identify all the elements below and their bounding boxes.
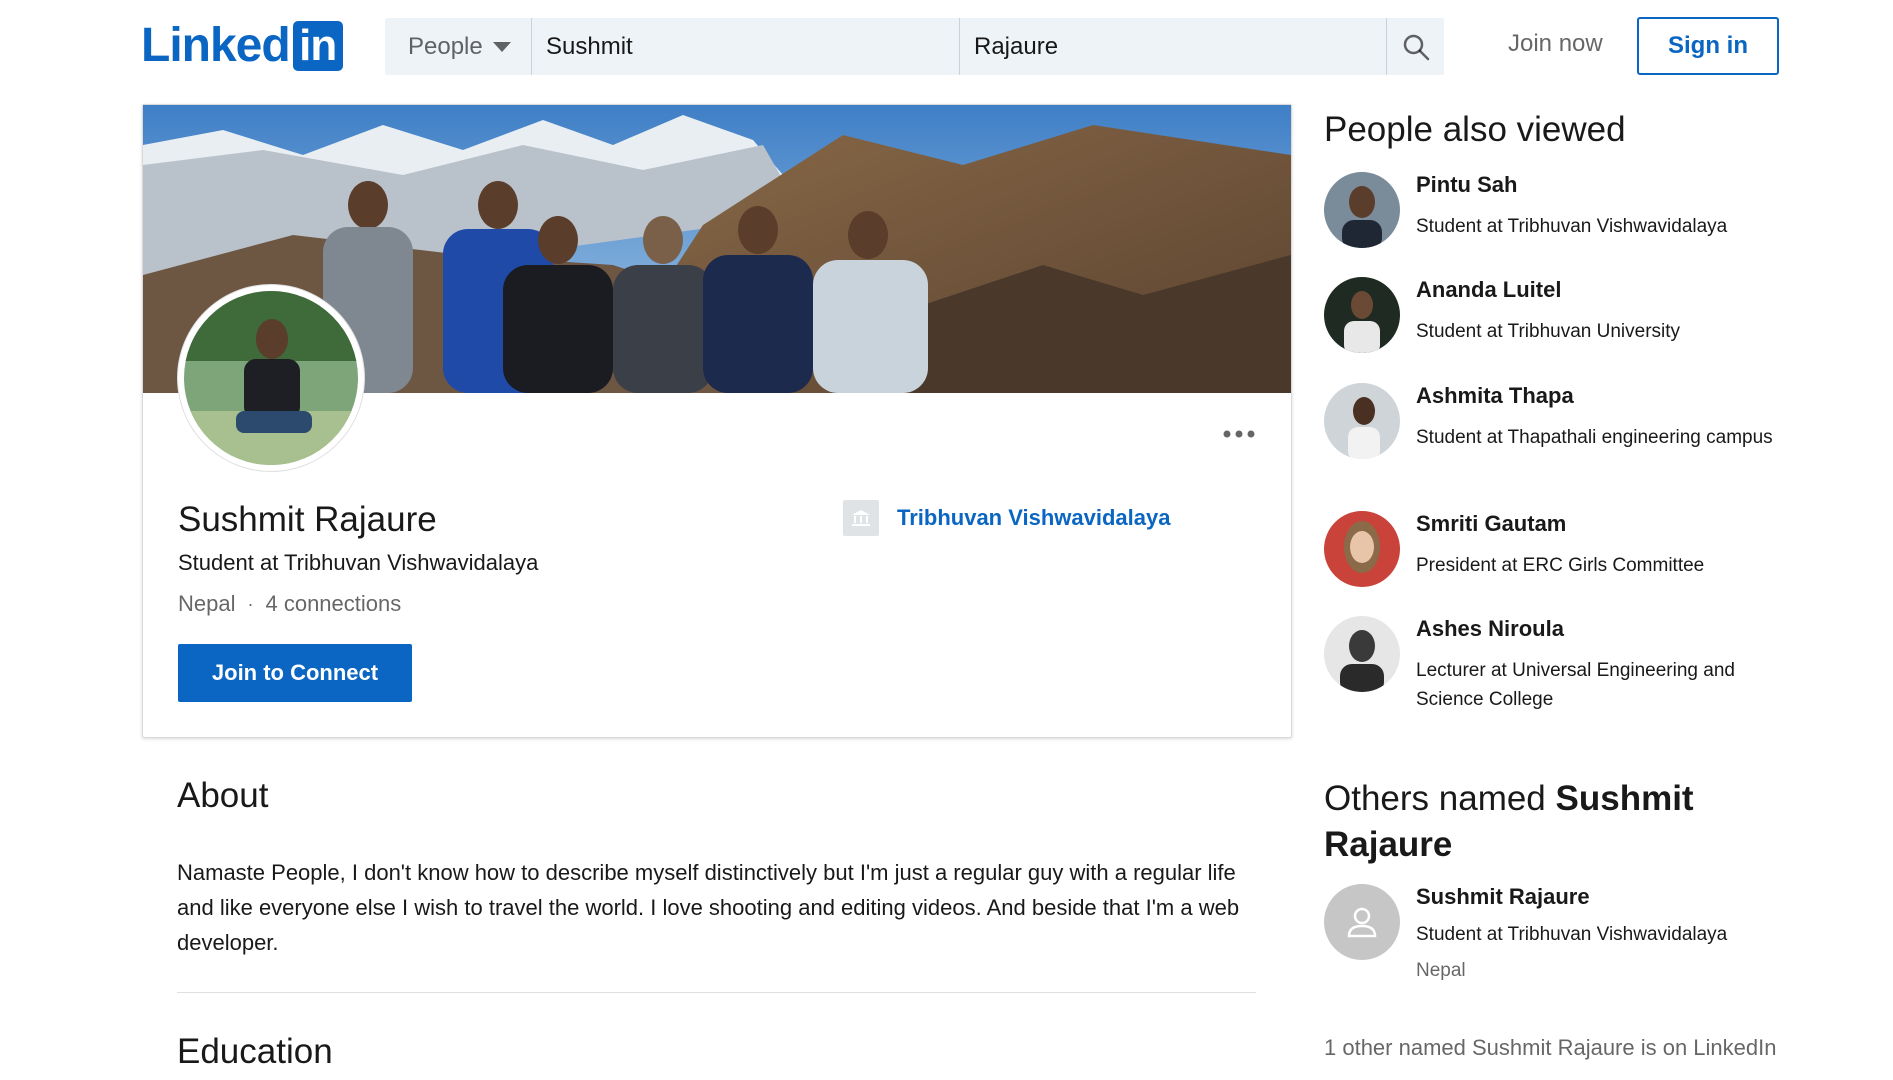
- person-name: Ashes Niroula: [1416, 616, 1564, 641]
- person-avatar: [1324, 511, 1400, 587]
- top-nav: Linked in People Join now Sign in: [0, 0, 1893, 96]
- person-headline: Student at Tribhuvan University: [1416, 321, 1681, 342]
- profile-location-line: Nepal · 4 connections: [178, 591, 401, 617]
- person-headline: Student at Tribhuvan Vishwavidalaya: [1416, 216, 1728, 237]
- search-icon: [1403, 34, 1429, 60]
- caret-down-icon: [492, 41, 511, 52]
- person-headline: President at ERC Girls Committee: [1416, 555, 1705, 576]
- people-also-viewed-heading: People also viewed: [1324, 110, 1626, 149]
- person-headline: Student at Thapathali engineering campus: [1416, 427, 1773, 448]
- education-heading: Education: [177, 1032, 333, 1071]
- person-icon: [1347, 907, 1377, 938]
- more-options-button[interactable]: [1223, 423, 1255, 438]
- first-name-input[interactable]: [532, 18, 960, 75]
- person-name: Ananda Luitel: [1416, 277, 1562, 302]
- person-name: Ashmita Thapa: [1416, 383, 1574, 408]
- other-person-headline: Student at Tribhuvan Vishwavidalaya: [1416, 924, 1728, 945]
- person-avatar: [1324, 383, 1400, 459]
- section-divider: [177, 992, 1256, 993]
- search-button[interactable]: [1387, 18, 1444, 75]
- school-link[interactable]: Tribhuvan Vishwavidalaya: [843, 500, 1171, 536]
- person-headline: Lecturer at Universal Engineering and Sc…: [1416, 660, 1735, 710]
- others-named-prefix: Others named: [1324, 779, 1546, 818]
- sign-in-button[interactable]: Sign in: [1637, 17, 1779, 75]
- search-type-dropdown[interactable]: People: [385, 18, 532, 75]
- search-type-label: People: [408, 32, 483, 60]
- profile-avatar: [178, 285, 364, 471]
- school-name: Tribhuvan Vishwavidalaya: [897, 505, 1171, 530]
- profile-connections: 4 connections: [265, 591, 402, 616]
- other-person-location: Nepal: [1416, 960, 1466, 981]
- person-name: Pintu Sah: [1416, 172, 1518, 197]
- person-avatar: [1324, 277, 1400, 353]
- person-placeholder-avatar: [1324, 884, 1400, 960]
- person-name: Smriti Gautam: [1416, 511, 1567, 536]
- logo-box: in: [292, 21, 343, 71]
- search-bar: People: [385, 18, 1444, 75]
- about-heading: About: [177, 776, 269, 815]
- others-named-heading: Others named Sushmit Rajaure: [1324, 776, 1794, 868]
- profile-name: Sushmit Rajaure: [178, 500, 437, 539]
- school-logo: [843, 500, 879, 536]
- join-to-connect-button[interactable]: Join to Connect: [178, 644, 412, 702]
- profile-card: Sushmit Rajaure Student at Tribhuvan Vis…: [142, 104, 1292, 738]
- last-name-input[interactable]: [960, 18, 1387, 75]
- join-now-link[interactable]: Join now: [1508, 30, 1603, 58]
- linkedin-logo[interactable]: Linked in: [141, 21, 343, 71]
- logo-box-text: in: [299, 21, 337, 70]
- profile-headline: Student at Tribhuvan Vishwavidalaya: [178, 550, 539, 575]
- person-avatar: [1324, 172, 1400, 248]
- school-building-icon: [852, 510, 870, 526]
- person-avatar: [1324, 616, 1400, 692]
- about-text: Namaste People, I don't know how to desc…: [177, 860, 1240, 955]
- other-named-person[interactable]: Sushmit Rajaure Student at Tribhuvan Vis…: [1324, 884, 1794, 994]
- other-person-name: Sushmit Rajaure: [1416, 884, 1590, 909]
- profile-location: Nepal: [178, 591, 236, 616]
- logo-wordmark: Linked: [141, 19, 291, 72]
- others-named-count-link[interactable]: 1 other named Sushmit Rajaure is on Link…: [1324, 1030, 1794, 1066]
- separator-dot: ·: [247, 593, 254, 614]
- ellipsis-icon: [1223, 430, 1255, 438]
